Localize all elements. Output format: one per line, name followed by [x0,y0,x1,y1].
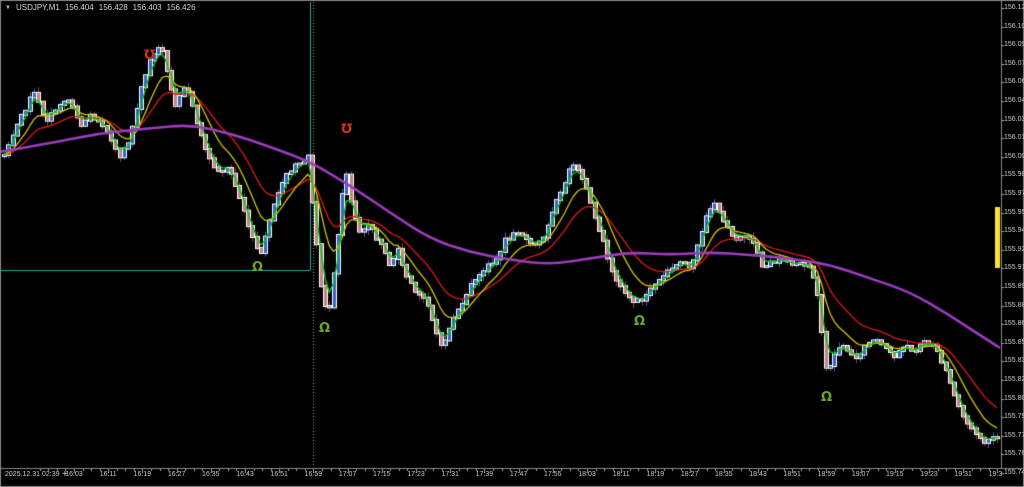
chart-window[interactable]: ▼ USDJPY,M1 156.404 156.428 156.403 156.… [0,0,1024,487]
time-axis-label: 18:51 [783,471,801,478]
buy-signal-marker[interactable]: Ω [634,315,645,328]
time-axis-label: 17:23 [407,471,425,478]
sell-signal-marker[interactable]: ℧ [144,49,155,62]
time-axis-label: 18:19 [647,471,665,478]
buy-signal-marker[interactable]: Ω [252,261,263,274]
quote-open: 156.404 [65,3,94,12]
time-axis-label: 19:31 [954,471,972,478]
time-axis-label: 17:31 [441,471,459,478]
time-axis-label: 18:59 [818,471,836,478]
time-axis-label: 19:39 [989,471,1002,478]
time-axis-label: 17:55 [544,471,562,478]
chart-canvas[interactable] [0,0,1024,487]
time-axis-label: 18:43 [749,471,767,478]
buy-signal-marker[interactable]: Ω [319,322,330,335]
time-axis-label: 17:07 [339,471,357,478]
crosshair-datetime-label: 2025.12.31 02:39 [5,471,60,478]
time-axis-label: 18:03 [578,471,596,478]
crosshair-icon[interactable]: + [62,469,68,480]
window-menu-icon[interactable]: ▼ [5,5,11,11]
quote-low: 156.403 [133,3,162,12]
time-axis-label: 16:11 [100,471,117,478]
time-axis-label: 19:23 [920,471,938,478]
chart-title-bar: ▼ USDJPY,M1 156.404 156.428 156.403 156.… [5,3,196,12]
time-axis-label: 17:39 [476,471,494,478]
quote-close: 156.426 [167,3,196,12]
time-axis-label: 18:11 [613,471,630,478]
time-axis-label: 17:15 [373,471,391,478]
sell-signal-marker[interactable]: ℧ [341,123,352,136]
time-axis-label: 16:35 [202,471,220,478]
symbol-period-label: USDJPY,M1 [16,3,60,12]
status-bar: 2025.12.31 02:39 + [5,471,60,478]
time-axis-label: 16:19 [134,471,152,478]
time-axis-label: 16:51 [270,471,288,478]
time-axis-label: 18:35 [715,471,733,478]
time-axis[interactable]: 16:0316:1116:1916:2716:3516:4316:5116:59… [0,469,1002,486]
time-axis-label: 17:47 [510,471,528,478]
time-axis-label: 16:27 [168,471,186,478]
time-axis-label: 18:27 [681,471,699,478]
time-axis-label: 19:07 [852,471,870,478]
quote-high: 156.428 [99,3,128,12]
time-axis-label: 16:43 [236,471,254,478]
time-axis-label: 19:15 [886,471,904,478]
time-axis-label: 16:59 [305,471,323,478]
buy-signal-marker[interactable]: Ω [821,391,832,404]
